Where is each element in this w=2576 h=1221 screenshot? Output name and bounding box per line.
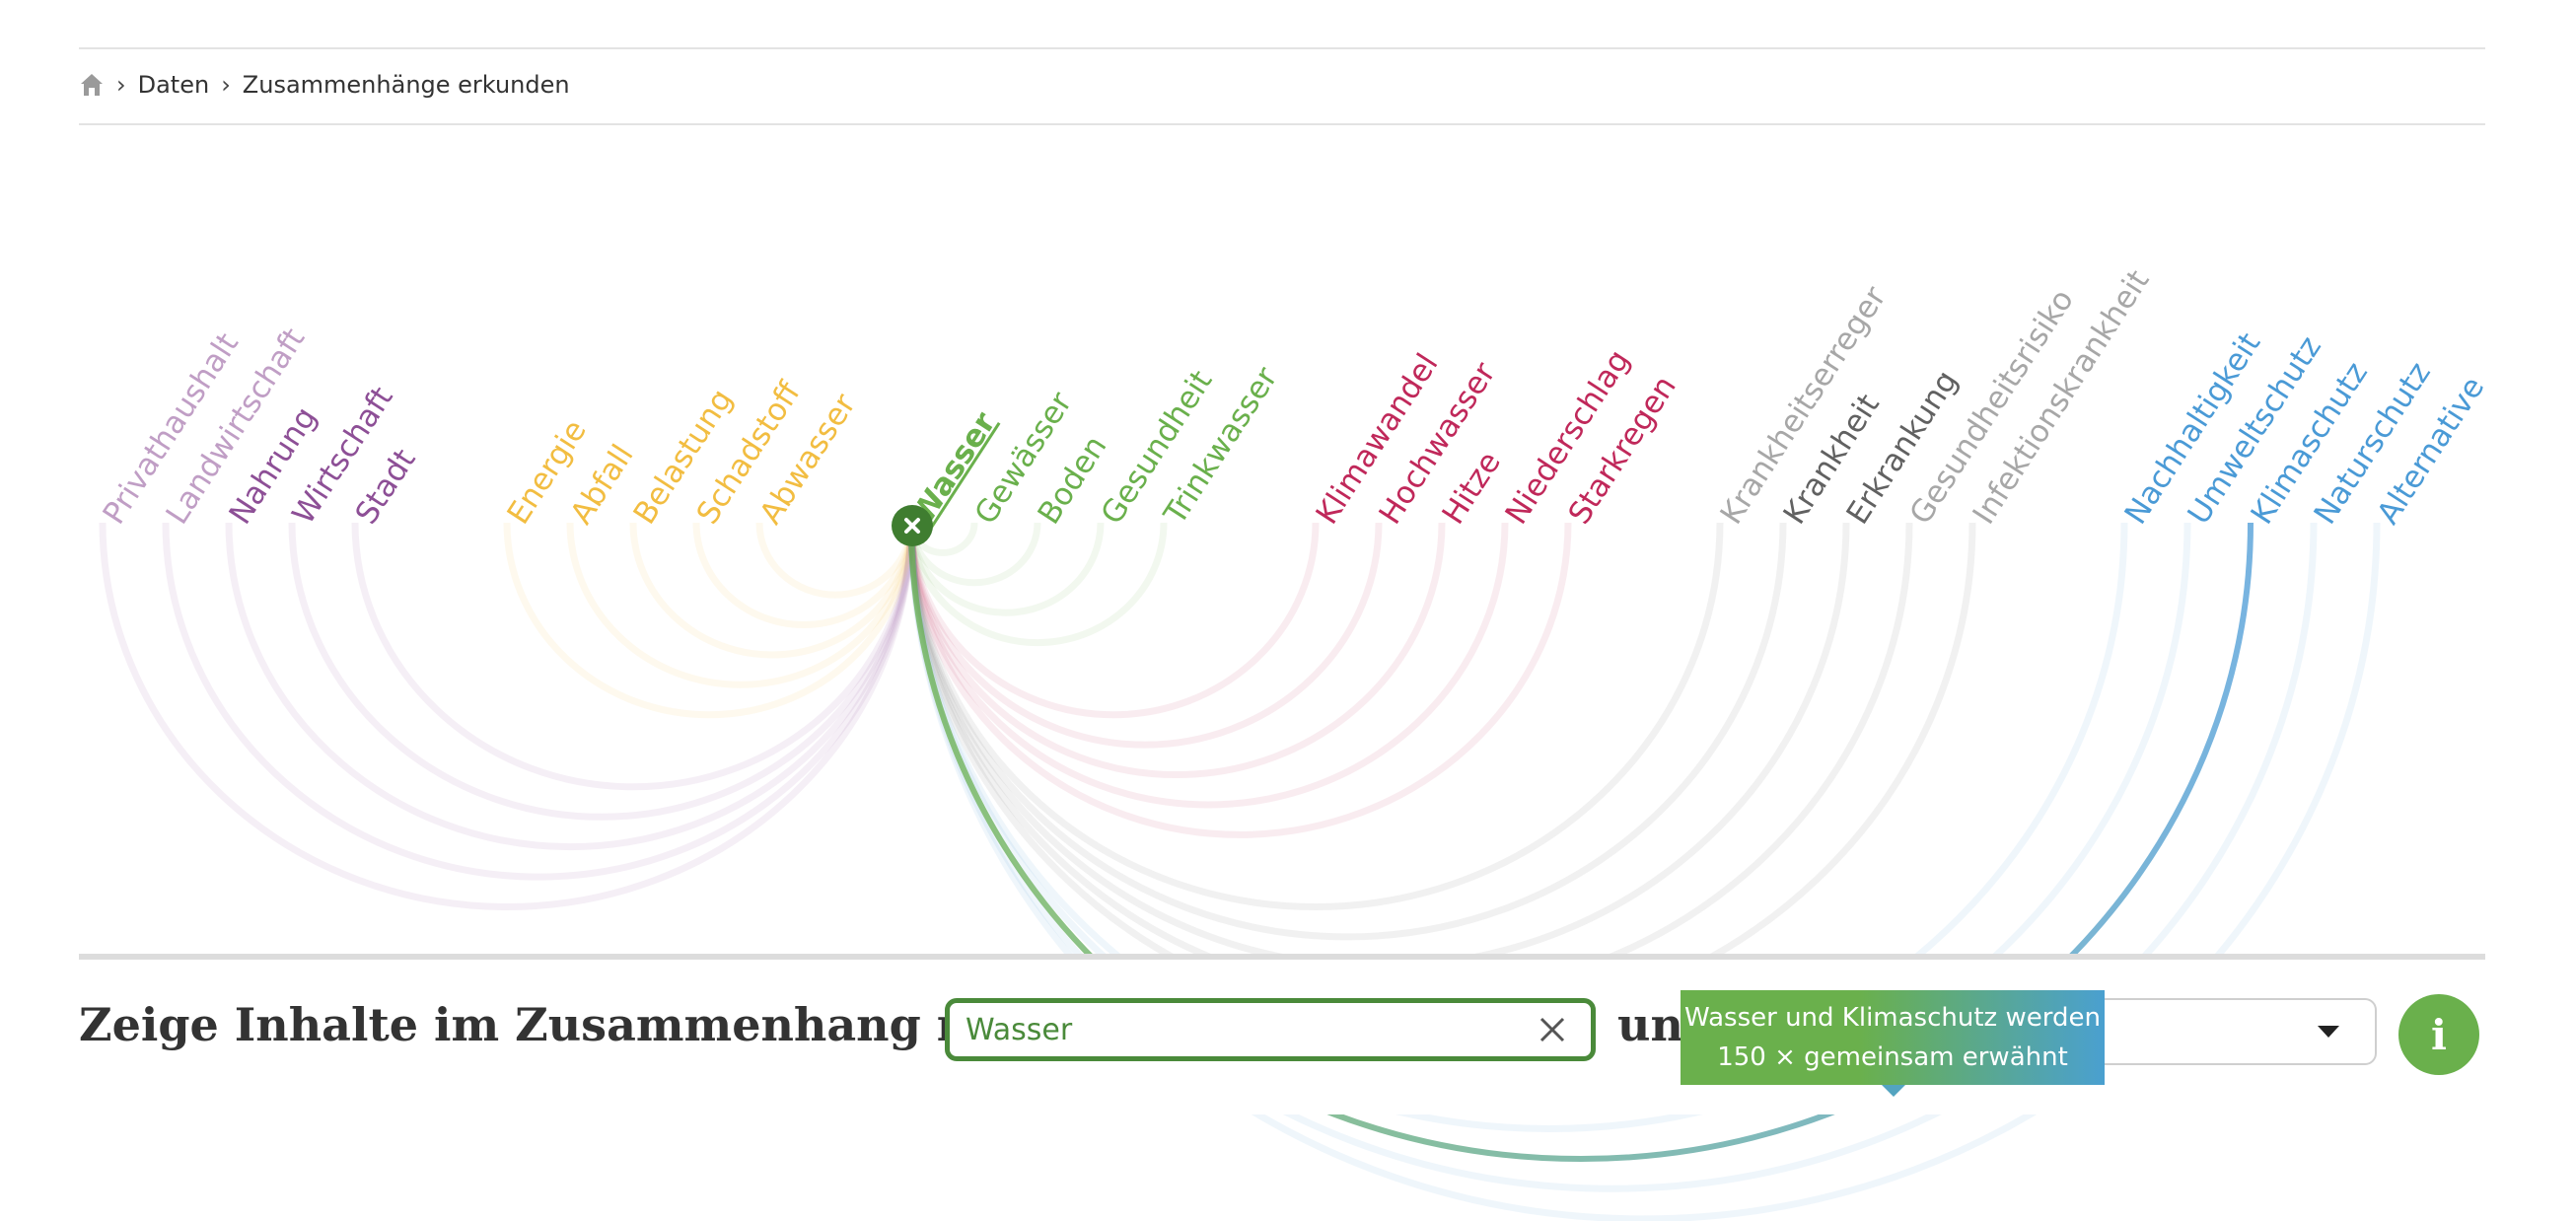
filter-prompt: Zeige Inhalte im Zusammenhang mit <box>79 998 1024 1051</box>
tooltip-arrow <box>1882 1085 1905 1097</box>
info-button[interactable]: i <box>2398 994 2479 1075</box>
connection-arc <box>162 522 915 881</box>
controls-divider <box>79 954 2485 960</box>
deselect-button[interactable] <box>892 505 933 546</box>
connection-arc <box>907 522 1446 779</box>
tooltip-line-2: 150 × gemeinsam erwähnt <box>1717 1042 2068 1072</box>
close-icon[interactable] <box>1538 1015 1567 1044</box>
co-occurrence-tooltip: Wasser und Klimaschutz werden 150 × geme… <box>1681 990 2105 1085</box>
connection-arc <box>225 522 915 851</box>
tooltip-line-1: Wasser und Klimaschutz werden <box>1684 1003 2101 1033</box>
and-label: un <box>1617 998 1683 1051</box>
keyword-search-input[interactable] <box>964 1011 1500 1048</box>
chevron-down-icon[interactable] <box>2318 1026 2339 1038</box>
close-icon <box>904 518 920 534</box>
keyword-search-box[interactable] <box>945 998 1596 1061</box>
